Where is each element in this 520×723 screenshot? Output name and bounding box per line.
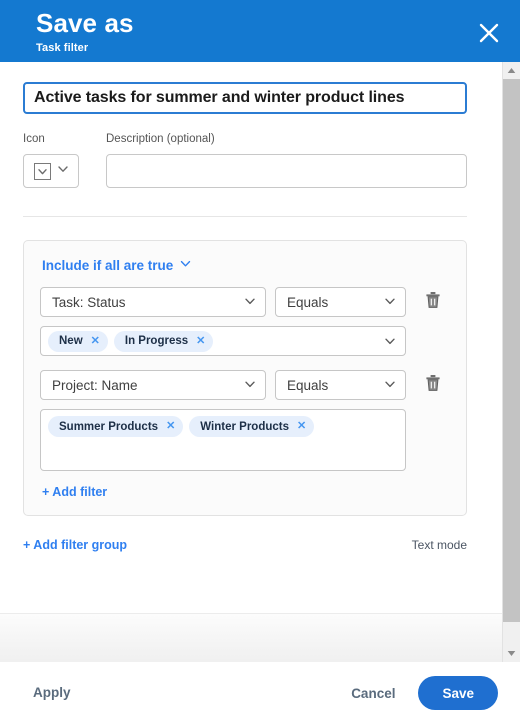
filter-field-value: Project: Name xyxy=(52,377,138,393)
filter-field-select[interactable]: Project: Name xyxy=(40,370,266,400)
chevron-down-icon xyxy=(383,377,397,394)
scroll-area: Icon xyxy=(0,62,503,662)
trash-icon xyxy=(425,291,441,314)
delete-filter-row-button[interactable] xyxy=(422,374,444,396)
icon-label: Icon xyxy=(23,133,45,145)
chips-container: Summer Products ✕ Winter Products ✕ xyxy=(48,416,397,437)
filter-operator-value: Equals xyxy=(287,294,329,310)
section-divider xyxy=(23,216,467,217)
chevron-down-icon xyxy=(383,294,397,311)
chips-container: New ✕ In Progress ✕ xyxy=(48,330,377,352)
remove-chip-icon[interactable]: ✕ xyxy=(165,421,176,432)
value-chip[interactable]: In Progress ✕ xyxy=(113,330,214,352)
remove-chip-icon[interactable]: ✕ xyxy=(195,335,206,347)
chevron-down-icon xyxy=(243,294,257,311)
scroll-fade xyxy=(0,613,502,662)
value-chip[interactable]: New ✕ xyxy=(48,330,108,352)
filter-group-mode-dropdown[interactable]: Include if all are true xyxy=(42,257,450,273)
selected-icon-glyph xyxy=(33,162,51,180)
cancel-button[interactable]: Cancel xyxy=(351,686,395,701)
description-column: Description (optional) xyxy=(106,132,467,188)
icon-picker-dropdown[interactable] xyxy=(23,154,79,188)
filter-group-mode-label: Include if all are true xyxy=(42,257,174,273)
remove-chip-icon[interactable]: ✕ xyxy=(90,335,101,347)
filter-row: Project: Name Equals xyxy=(40,370,450,400)
dialog-body: Icon xyxy=(0,62,520,662)
chevron-down-icon xyxy=(179,257,192,273)
filter-operator-select[interactable]: Equals xyxy=(275,287,406,317)
dialog-title: Save as xyxy=(36,8,134,38)
add-filter-group-button[interactable]: + Add filter group xyxy=(23,538,127,552)
scrollbar-thumb[interactable] xyxy=(503,79,520,623)
save-button[interactable]: Save xyxy=(418,676,498,710)
value-chip[interactable]: Winter Products ✕ xyxy=(189,416,315,437)
name-row xyxy=(0,62,502,114)
remove-chip-icon[interactable]: ✕ xyxy=(296,421,307,432)
dialog-subtitle: Task filter xyxy=(36,42,89,54)
add-filter-button[interactable]: + Add filter xyxy=(42,485,107,499)
filter-operator-select[interactable]: Equals xyxy=(275,370,406,400)
scroll-up-arrow-icon[interactable] xyxy=(503,62,520,79)
scrollbar-track[interactable] xyxy=(503,79,520,645)
filter-group-card: Include if all are true Task: Status Equ… xyxy=(23,240,467,516)
group-links-row: + Add filter group Text mode xyxy=(23,538,467,552)
meta-row: Icon Description (optional) xyxy=(0,114,502,188)
scroll-down-arrow-icon[interactable] xyxy=(503,645,520,662)
filter-value-chips-box[interactable]: New ✕ In Progress ✕ xyxy=(40,326,406,356)
value-chip-label: Winter Products xyxy=(200,420,289,433)
dialog-footer: Apply Cancel Save xyxy=(0,662,520,723)
filter-row: Task: Status Equals xyxy=(40,287,450,317)
footer-left: Apply xyxy=(33,684,351,702)
icon-column: Icon xyxy=(23,132,81,188)
description-label: Description (optional) xyxy=(106,133,215,145)
apply-button[interactable]: Apply xyxy=(33,685,71,700)
text-mode-button[interactable]: Text mode xyxy=(412,538,467,552)
vertical-scrollbar[interactable] xyxy=(503,62,520,662)
filter-value-chips-box[interactable]: Summer Products ✕ Winter Products ✕ xyxy=(40,409,406,471)
filter-field-value: Task: Status xyxy=(52,294,126,310)
filter-field-select[interactable]: Task: Status xyxy=(40,287,266,317)
filter-name-input[interactable] xyxy=(23,82,467,114)
value-chip-label: In Progress xyxy=(124,335,189,347)
save-as-dialog: Save as Task filter Icon xyxy=(0,0,520,723)
footer-right: Cancel Save xyxy=(351,676,498,710)
dialog-header: Save as Task filter xyxy=(0,0,520,62)
value-chip-label: New xyxy=(59,335,83,347)
chevron-down-icon xyxy=(57,162,69,180)
description-input[interactable] xyxy=(106,154,467,188)
value-chip[interactable]: Summer Products ✕ xyxy=(48,416,184,437)
delete-filter-row-button[interactable] xyxy=(422,291,444,313)
trash-icon xyxy=(425,374,441,397)
filter-operator-value: Equals xyxy=(287,377,329,393)
close-icon[interactable] xyxy=(476,20,502,46)
chevron-down-icon xyxy=(243,377,257,394)
chevron-down-icon[interactable] xyxy=(383,334,397,348)
value-chip-label: Summer Products xyxy=(59,420,159,433)
